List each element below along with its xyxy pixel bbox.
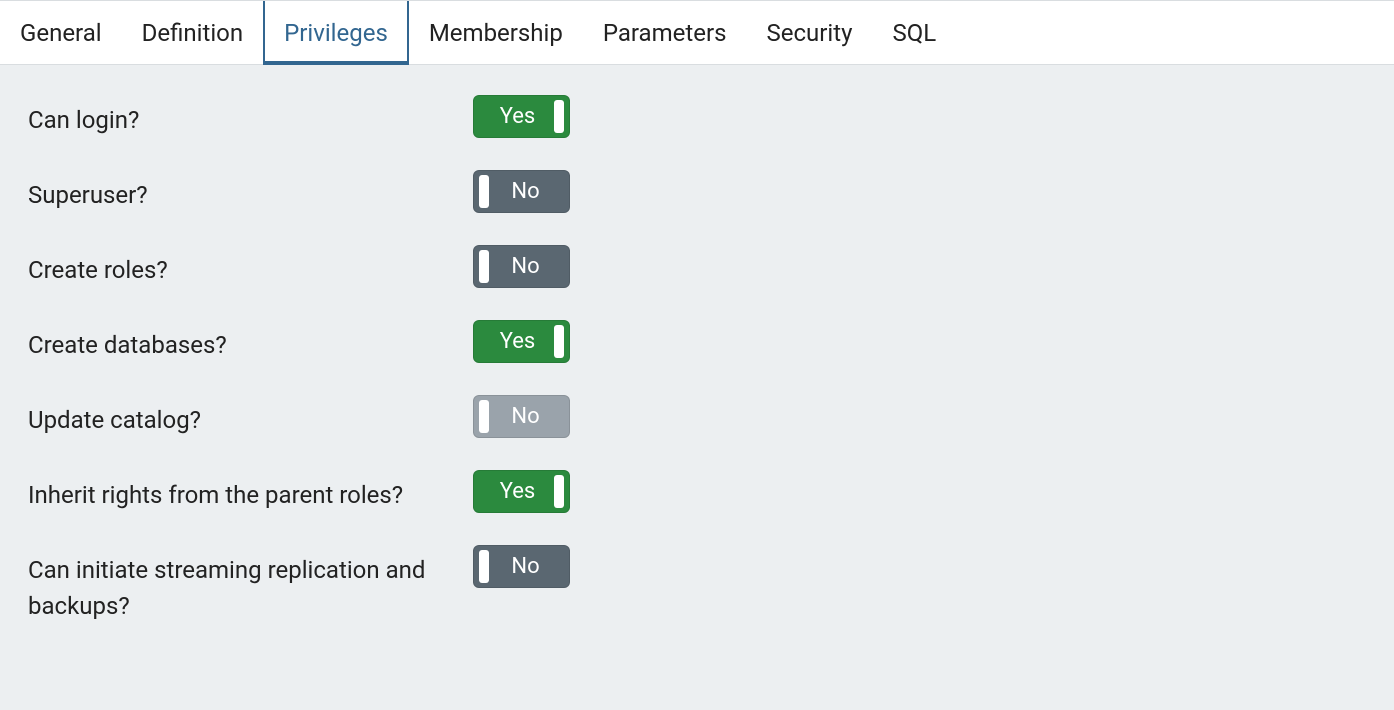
tab-definition[interactable]: Definition xyxy=(122,1,264,64)
tab-security[interactable]: Security xyxy=(746,1,872,64)
update-catalog-label: Update catalog? xyxy=(28,395,473,438)
toggle-text: Yes xyxy=(500,329,536,354)
privilege-row: Create databases? Yes xyxy=(28,320,1366,363)
privilege-row: Superuser? No xyxy=(28,170,1366,213)
toggle-text: No xyxy=(511,404,539,429)
privilege-row: Inherit rights from the parent roles? Ye… xyxy=(28,470,1366,513)
toggle-knob xyxy=(479,175,489,208)
privilege-row: Create roles? No xyxy=(28,245,1366,288)
create-databases-label: Create databases? xyxy=(28,320,473,363)
privilege-row: Update catalog? No xyxy=(28,395,1366,438)
can-login-toggle[interactable]: Yes xyxy=(473,95,570,138)
create-databases-toggle[interactable]: Yes xyxy=(473,320,570,363)
toggle-knob xyxy=(479,550,489,583)
tab-privileges[interactable]: Privileges xyxy=(263,1,409,64)
privilege-row: Can initiate streaming replication and b… xyxy=(28,545,1366,624)
inherit-rights-toggle[interactable]: Yes xyxy=(473,470,570,513)
toggle-knob xyxy=(554,100,564,133)
privilege-row: Can login? Yes xyxy=(28,95,1366,138)
streaming-replication-toggle[interactable]: No xyxy=(473,545,570,588)
tab-parameters[interactable]: Parameters xyxy=(583,1,747,64)
streaming-replication-label: Can initiate streaming replication and b… xyxy=(28,545,473,624)
update-catalog-toggle: No xyxy=(473,395,570,438)
toggle-knob xyxy=(479,250,489,283)
tab-sql[interactable]: SQL xyxy=(872,1,956,64)
tab-general[interactable]: General xyxy=(0,1,122,64)
toggle-knob xyxy=(554,325,564,358)
create-roles-label: Create roles? xyxy=(28,245,473,288)
toggle-text: No xyxy=(511,554,539,579)
superuser-label: Superuser? xyxy=(28,170,473,213)
toggle-knob xyxy=(479,400,489,433)
privileges-panel: Can login? Yes Superuser? No Create role… xyxy=(0,65,1394,686)
toggle-text: No xyxy=(511,179,539,204)
toggle-knob xyxy=(554,475,564,508)
toggle-text: No xyxy=(511,254,539,279)
can-login-label: Can login? xyxy=(28,95,473,138)
toggle-text: Yes xyxy=(500,104,536,129)
create-roles-toggle[interactable]: No xyxy=(473,245,570,288)
tab-membership[interactable]: Membership xyxy=(409,1,583,64)
superuser-toggle[interactable]: No xyxy=(473,170,570,213)
inherit-rights-label: Inherit rights from the parent roles? xyxy=(28,470,473,513)
toggle-text: Yes xyxy=(500,479,536,504)
tab-bar: General Definition Privileges Membership… xyxy=(0,0,1394,65)
